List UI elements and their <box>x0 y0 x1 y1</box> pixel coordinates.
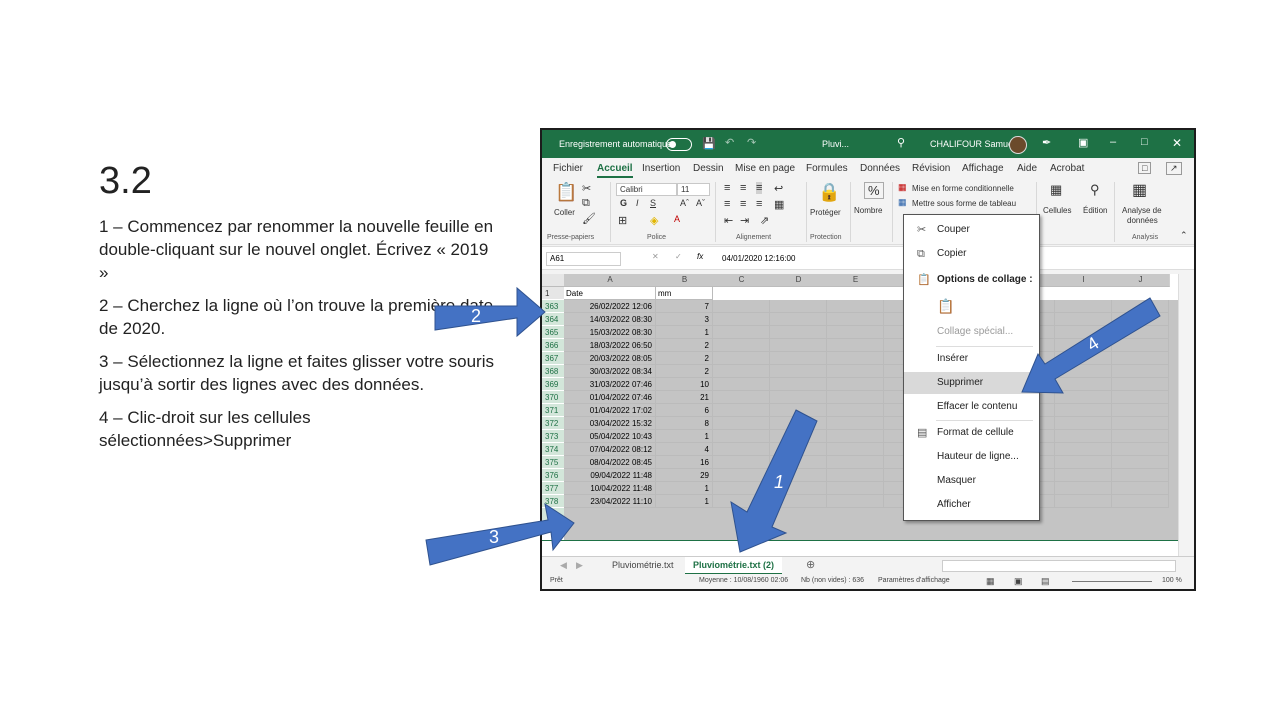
arrow-3-label: 3 <box>489 527 499 547</box>
arrow-2: 2 <box>434 286 546 338</box>
arrow-1: 1 <box>730 409 818 553</box>
arrow-3: 3 <box>425 502 575 566</box>
arrow-2-label: 2 <box>471 306 481 326</box>
arrow-4: 4 <box>1021 297 1161 394</box>
annotation-arrows: 2 3 1 4 <box>425 286 1161 566</box>
arrow-1-label: 1 <box>774 472 784 492</box>
